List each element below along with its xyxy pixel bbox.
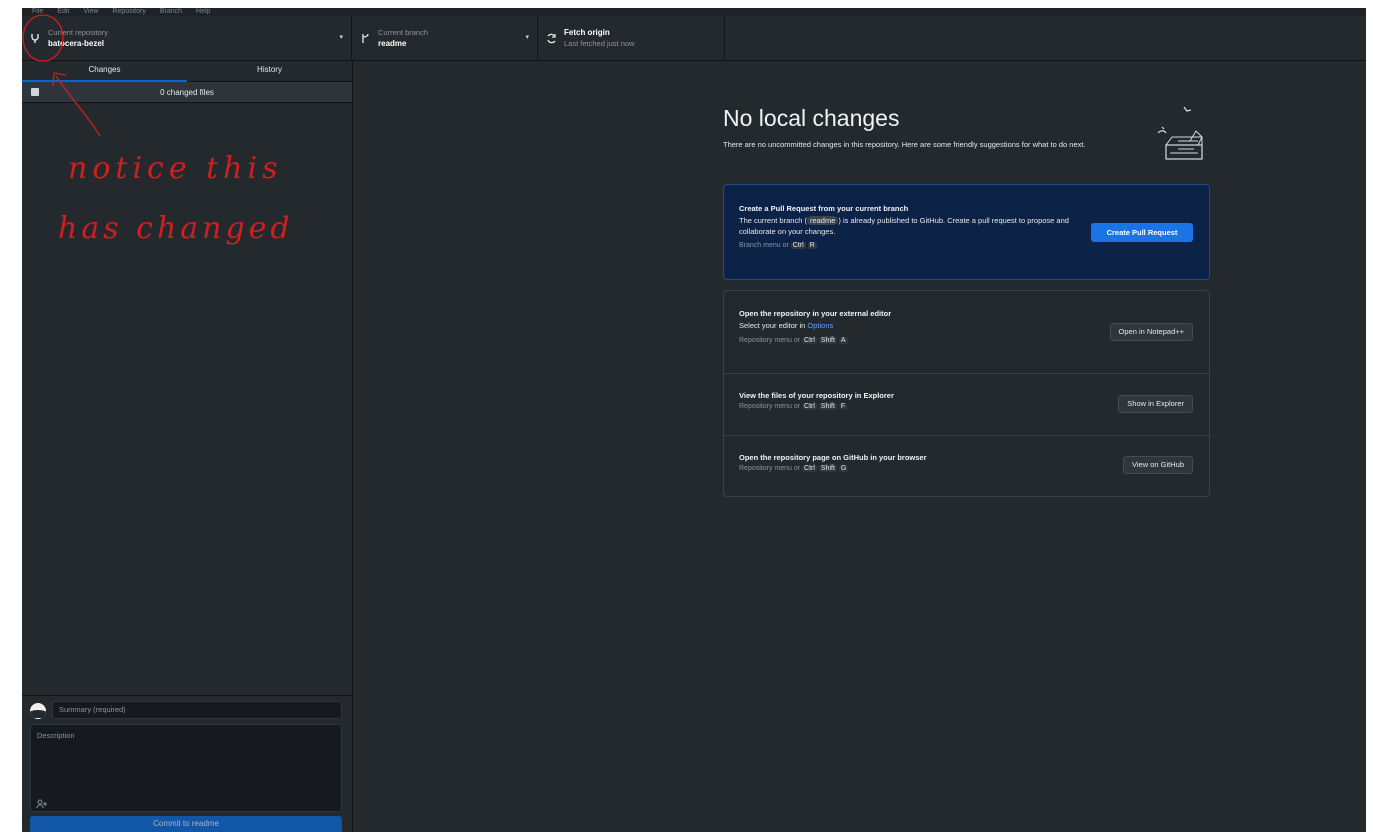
changes-list-header: 0 changed files [22,82,352,103]
chevron-down-icon: ▾ [525,34,529,41]
page-description: There are no uncommitted changes in this… [723,140,1086,149]
github-desktop-window: File Edit View Repository Branch Help Cu… [22,8,1366,832]
menu-help[interactable]: Help [196,8,210,16]
view-on-github-row: Open the repository page on GitHub in yo… [724,435,1209,497]
commit-button[interactable]: Commit to readme [30,816,342,832]
view-on-github-button[interactable]: View on GitHub [1123,456,1193,474]
pr-card-title: Create a Pull Request from your current … [739,204,909,213]
menu-edit[interactable]: Edit [57,8,69,16]
toolbar: Current repository batocera-bezel ▾ Curr… [22,16,1366,61]
current-repository-button[interactable]: Current repository batocera-bezel ▾ [22,16,352,60]
branch-pill: readme [806,216,839,225]
kbd-r: R [807,242,817,249]
current-branch-value: readme [378,39,407,48]
sidebar: Changes History 0 changed files Summary … [22,61,353,832]
open-in-editor-button[interactable]: Open in Notepad++ [1109,323,1193,341]
chevron-down-icon: ▾ [339,34,343,41]
avatar [30,703,46,719]
suggested-actions-card: Open the repository in your external edi… [723,290,1210,497]
current-branch-label: Current branch [378,28,429,37]
menu-view[interactable]: View [83,8,98,16]
kbd-ctrl: Ctrl [790,242,806,249]
page-title: No local changes [723,105,900,131]
options-link[interactable]: Options [807,321,833,330]
fetch-origin-button[interactable]: Fetch origin Last fetched just now [538,16,725,60]
no-changes-illustration-icon [1157,106,1203,160]
main-pane: No local changes There are no uncommitte… [353,61,1366,832]
menu-bar: File Edit View Repository Branch Help [22,8,1366,16]
repo-icon [22,33,48,44]
current-repository-label: Current repository [48,28,109,37]
description-input[interactable]: Description [30,724,342,812]
add-coauthor-icon[interactable] [36,799,48,810]
show-in-explorer-button[interactable]: Show in Explorer [1118,395,1193,413]
current-branch-button[interactable]: Current branch readme ▾ [352,16,538,60]
pr-card-shortcut-hint: Branch menu or Ctrl R [739,242,817,249]
changed-files-count: 0 changed files [160,87,214,97]
menu-branch[interactable]: Branch [160,8,182,16]
branch-icon [352,33,378,44]
tab-bar: Changes History [22,61,352,82]
create-pull-request-card: Create a Pull Request from your current … [723,184,1210,280]
menu-file[interactable]: File [32,8,43,16]
current-repository-value: batocera-bezel [48,39,105,48]
fetch-origin-label: Fetch origin [564,28,610,37]
pr-card-description: The current branch (readme) is already p… [739,216,1069,236]
tab-history[interactable]: History [187,61,352,81]
last-fetched-text: Last fetched just now [564,39,635,48]
summary-input[interactable]: Summary (required) [52,701,342,719]
open-editor-row: Open the repository in your external edi… [724,291,1209,373]
show-in-explorer-row: View the files of your repository in Exp… [724,373,1209,435]
menu-repository[interactable]: Repository [112,8,145,16]
tab-changes[interactable]: Changes [22,61,187,82]
commit-message-area: Summary (required) Description Commit to… [22,695,352,832]
create-pull-request-button[interactable]: Create Pull Request [1091,223,1193,242]
sync-icon [538,33,564,44]
